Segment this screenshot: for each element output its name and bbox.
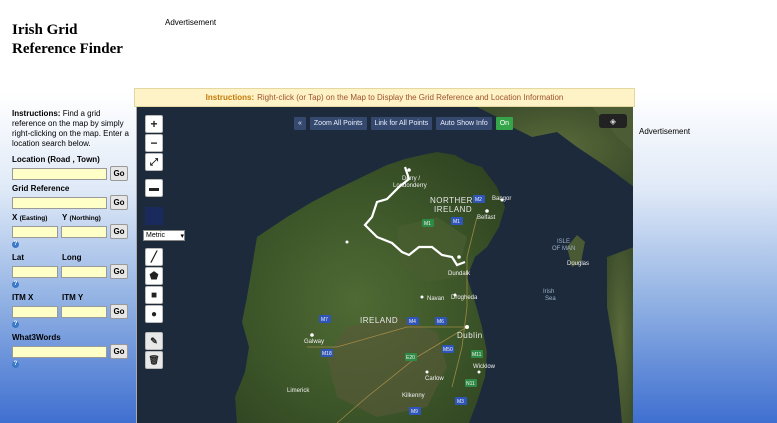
map-label-drogheda: Drogheda bbox=[451, 295, 478, 301]
zoom-all-points-button[interactable]: Zoom All Points bbox=[309, 117, 367, 130]
latlong-go-button[interactable]: Go bbox=[110, 264, 128, 279]
map-instructions-text: Right-click (or Tap) on the Map to Displ… bbox=[257, 93, 564, 102]
map-label-northern-2: IRELAND bbox=[434, 205, 472, 214]
long-label: Long bbox=[62, 253, 82, 262]
map-top-toolbar: « Zoom All Points Link for All Points Au… bbox=[294, 117, 517, 130]
map-label-limerick: Limerick bbox=[287, 388, 310, 394]
link-all-points-button[interactable]: Link for All Points bbox=[370, 117, 433, 130]
road-label-8: M50 bbox=[443, 347, 453, 353]
road-label-9: M11 bbox=[472, 352, 482, 358]
layers-icon[interactable]: ◈ bbox=[599, 114, 627, 128]
auto-show-info-button[interactable]: Auto Show Info bbox=[436, 117, 492, 130]
map-label-ireland: IRELAND bbox=[360, 316, 398, 325]
draw-line-icon[interactable]: ╱ bbox=[145, 248, 163, 266]
grid-reference-go-button[interactable]: Go bbox=[110, 195, 128, 210]
xy-go-button[interactable]: Go bbox=[110, 224, 128, 239]
itm-y-input[interactable] bbox=[61, 305, 107, 318]
search-sidebar: Instructions: Find a grid reference on t… bbox=[12, 109, 130, 368]
fullscreen-icon[interactable]: ⤢ bbox=[145, 153, 163, 171]
long-input[interactable] bbox=[61, 265, 107, 278]
sidebar-instructions-label: Instructions: bbox=[12, 109, 61, 118]
map-label-derry: Derry / bbox=[402, 176, 420, 182]
map-label-londonderry: Londonderry bbox=[393, 183, 427, 189]
road-label-5: M7 bbox=[321, 317, 328, 323]
itm-go-button[interactable]: Go bbox=[110, 304, 128, 319]
draw-rectangle-icon[interactable]: ■ bbox=[145, 286, 163, 304]
road-label-12: M3 bbox=[457, 399, 464, 405]
units-select-value: Metric bbox=[146, 232, 166, 239]
units-select[interactable]: Metric ▾ bbox=[143, 230, 185, 241]
edit-icon[interactable]: ✎ bbox=[145, 332, 163, 350]
grid-reference-label: Grid Reference bbox=[12, 184, 70, 193]
itm-x-input[interactable] bbox=[12, 305, 58, 318]
page-title: Irish Grid Reference Finder bbox=[12, 22, 123, 57]
folder-icon[interactable]: ▬ bbox=[145, 179, 163, 197]
map-label-navan: Navan bbox=[427, 296, 444, 302]
map-label-irish: Irish bbox=[543, 289, 554, 295]
road-label-10: E20 bbox=[406, 355, 415, 361]
collapse-button[interactable]: « bbox=[294, 117, 306, 130]
map-label-kilkenny: Kilkenny bbox=[402, 393, 425, 399]
itm-x-label: ITM X bbox=[12, 293, 34, 302]
map-canvas[interactable]: Derry / Londonderry NORTHERN IRELAND Bel… bbox=[136, 107, 633, 423]
itm-help-icon[interactable]: ? bbox=[12, 321, 19, 328]
map-instructions-bar: Instructions: Right-click (or Tap) on th… bbox=[134, 88, 635, 107]
zoom-in-button[interactable]: + bbox=[145, 115, 163, 133]
road-label-7: M9 bbox=[411, 409, 418, 415]
x-label: X bbox=[12, 213, 18, 222]
northing-input[interactable] bbox=[61, 225, 107, 238]
what3words-help-icon[interactable]: ? bbox=[12, 361, 19, 368]
road-label-2: M1 bbox=[424, 221, 431, 227]
sidebar-instructions: Instructions: Find a grid reference on t… bbox=[12, 109, 130, 149]
road-label-4: M4 bbox=[409, 319, 416, 325]
map-label-galway: Galway bbox=[304, 339, 324, 345]
map-label-carlow: Carlow bbox=[425, 376, 444, 382]
itm-y-label: ITM Y bbox=[62, 293, 84, 302]
map-label-douglas: Douglas bbox=[567, 261, 589, 267]
y-label: Y bbox=[62, 213, 68, 222]
what3words-label: What3Words bbox=[12, 333, 61, 342]
draw-polygon-icon[interactable]: ⬟ bbox=[145, 267, 163, 285]
satellite-map-image: Derry / Londonderry NORTHERN IRELAND Bel… bbox=[137, 107, 633, 423]
what3words-go-button[interactable]: Go bbox=[110, 344, 128, 359]
location-label: Location (Road , Town) bbox=[12, 155, 100, 164]
what3words-input[interactable] bbox=[12, 345, 107, 358]
lat-label: Lat bbox=[12, 253, 24, 262]
advertisement-label-right: Advertisement bbox=[639, 127, 691, 136]
auto-show-on-toggle[interactable]: On bbox=[495, 117, 514, 130]
x-sub-label: (Easting) bbox=[19, 215, 48, 222]
map-label-northern-1: NORTHERN bbox=[430, 196, 479, 205]
map-label-bangor: Bangor bbox=[492, 196, 511, 202]
map-label-dublin: Dublin bbox=[457, 331, 483, 340]
draw-circle-icon[interactable]: ● bbox=[145, 305, 163, 323]
location-input[interactable] bbox=[12, 167, 107, 180]
road-label-11: N11 bbox=[466, 381, 475, 387]
location-go-button[interactable]: Go bbox=[110, 166, 128, 181]
y-sub-label: (Northing) bbox=[69, 215, 101, 222]
lat-input[interactable] bbox=[12, 265, 58, 278]
road-label-6: M18 bbox=[322, 351, 332, 357]
latlong-help-icon[interactable]: ? bbox=[12, 281, 19, 288]
map-label-sea: Sea bbox=[545, 296, 556, 302]
xy-help-icon[interactable]: ? bbox=[12, 241, 19, 248]
road-label-1: M1 bbox=[453, 219, 460, 225]
chevron-down-icon: ▾ bbox=[180, 232, 184, 240]
map-label-of-man: OF MAN bbox=[552, 246, 575, 252]
map-label-isle: ISLE bbox=[557, 239, 570, 245]
advertisement-label-top: Advertisement bbox=[165, 18, 217, 27]
road-label-0: M2 bbox=[475, 197, 482, 203]
zoom-out-button[interactable]: − bbox=[145, 134, 163, 152]
easting-input[interactable] bbox=[12, 225, 58, 238]
map-label-belfast: Belfast bbox=[477, 215, 496, 221]
grid-reference-input[interactable] bbox=[12, 196, 107, 209]
map-label-dundalk: Dundalk bbox=[448, 271, 471, 277]
map-label-wicklow: Wicklow bbox=[473, 364, 496, 370]
map-style-swatch[interactable] bbox=[145, 207, 163, 225]
delete-icon[interactable]: 🗑 bbox=[145, 351, 163, 369]
road-label-3: M6 bbox=[437, 319, 444, 325]
map-instructions-label: Instructions: bbox=[205, 93, 255, 102]
